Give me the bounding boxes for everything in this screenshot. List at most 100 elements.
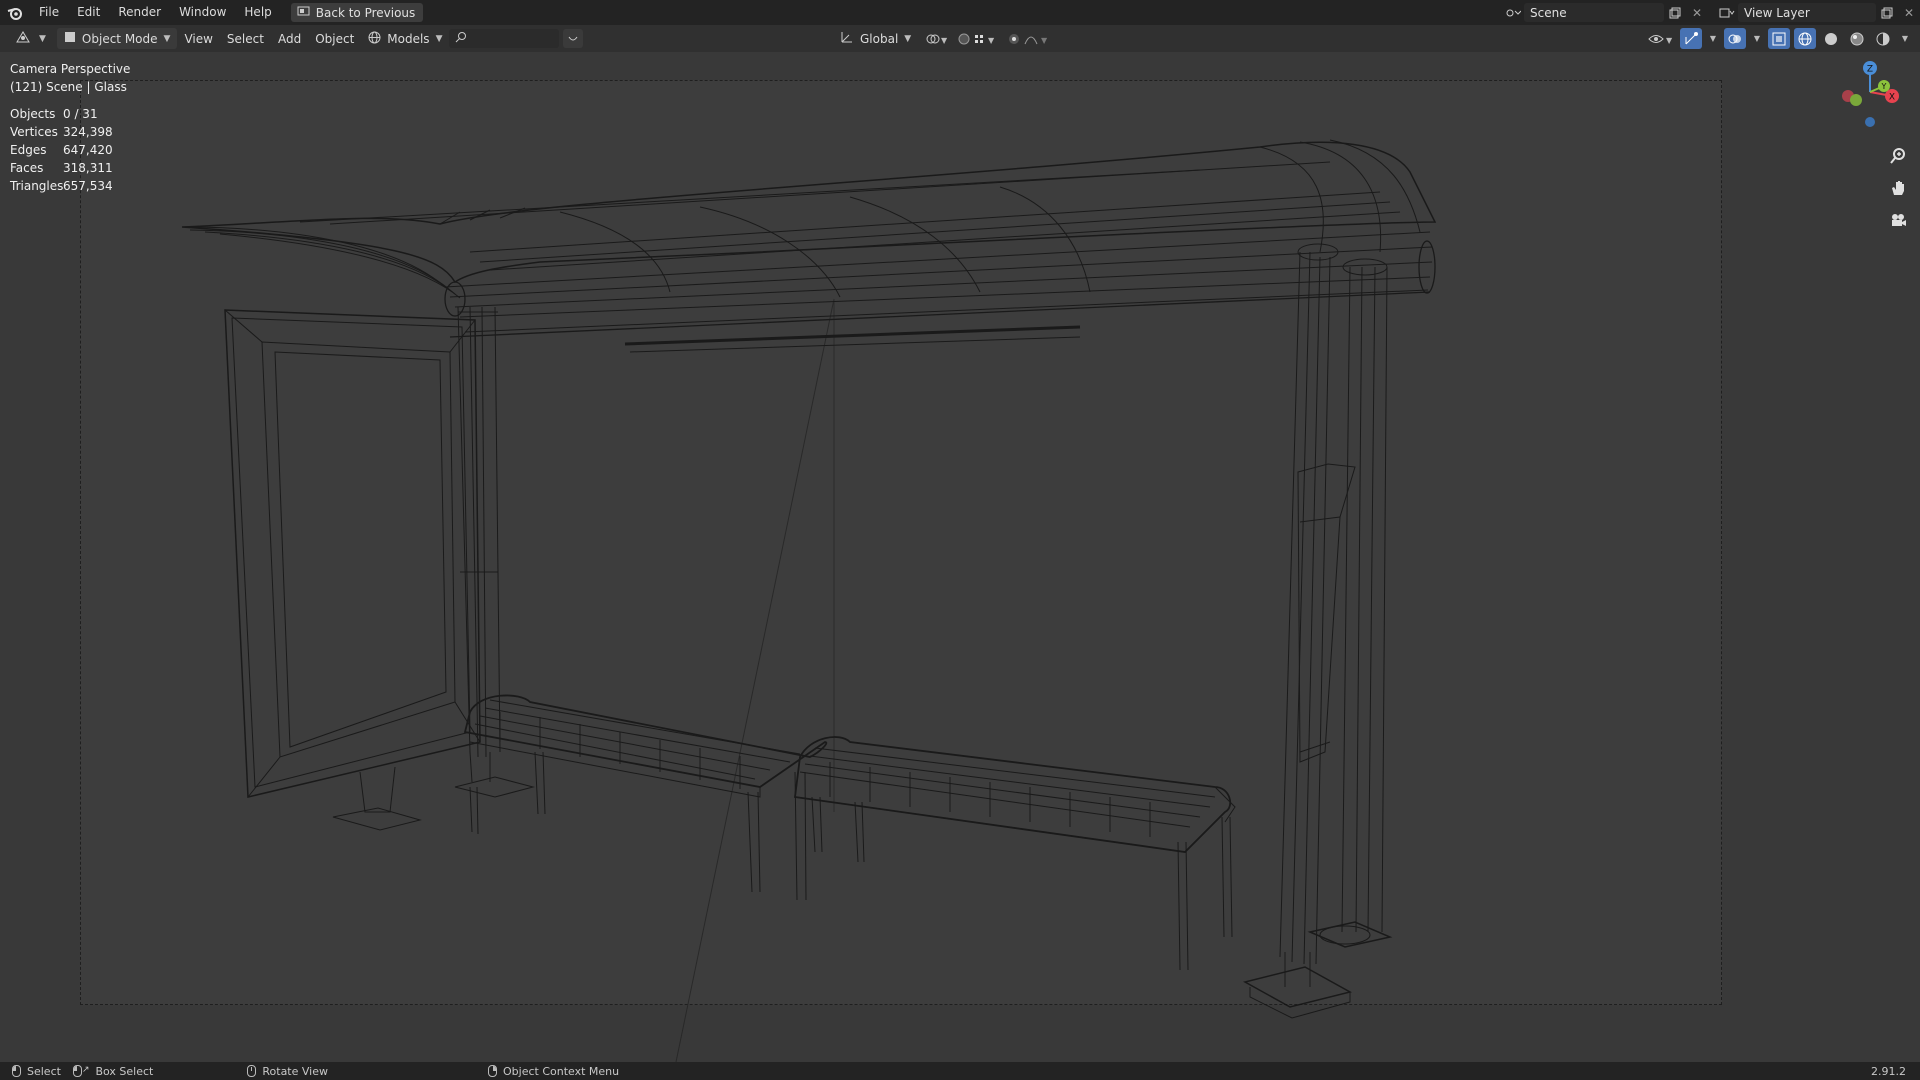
gizmo-dropdown-icon[interactable]: ▼: [1706, 28, 1720, 49]
top-bar: File Edit Render Window Help Back to Pre…: [0, 0, 1920, 25]
camera-view-icon[interactable]: [1886, 208, 1910, 232]
view-layer-browse-icon[interactable]: [1716, 2, 1738, 23]
bus-shelter-wireframe-model[interactable]: [0, 52, 1920, 1062]
navigation-gizmo[interactable]: Z X Y: [1820, 60, 1900, 140]
menu-file[interactable]: File: [30, 0, 68, 25]
pivot-point-icon[interactable]: ▼: [922, 28, 952, 49]
editor-type-button[interactable]: ▼: [8, 28, 53, 49]
stat-label: Vertices: [10, 125, 58, 139]
scene-controls: Scene ✕ View Layer ✕: [1502, 0, 1920, 25]
stat-row-vertices: Vertices 324,398: [10, 123, 113, 141]
status-box-select: ↗ Box Select: [72, 1064, 154, 1078]
right-mouse-icon: [488, 1065, 497, 1077]
menu-render[interactable]: Render: [109, 0, 170, 25]
scene-browse-icon[interactable]: [1502, 2, 1524, 23]
stat-row-faces: Faces 318,311: [10, 159, 113, 177]
stat-row-edges: Edges 647,420: [10, 141, 113, 159]
status-context-menu: Object Context Menu: [488, 1065, 619, 1078]
menu-edit[interactable]: Edit: [68, 0, 109, 25]
axis-icon: [840, 30, 854, 47]
pan-hand-icon[interactable]: [1886, 176, 1910, 200]
stat-label: Triangles: [10, 179, 64, 193]
collection-dropdown[interactable]: Models ▼: [361, 28, 449, 49]
roof-canopy-wireframe: [181, 139, 1437, 353]
screen-icon: [297, 6, 310, 20]
status-box-select-label: Box Select: [95, 1064, 154, 1078]
status-select: Select: [12, 1065, 61, 1078]
stat-row-objects: Objects 0 / 31: [10, 105, 113, 123]
view-name: Camera Perspective: [10, 62, 131, 76]
viewport-display-controls: ▼ ▼ ▼ ▼: [1646, 28, 1912, 49]
svg-text:▼: ▼: [941, 36, 948, 45]
filter-icon[interactable]: [563, 29, 584, 48]
view-layer-name: View Layer: [1744, 5, 1810, 20]
3d-viewport[interactable]: Camera Perspective (121) Scene | Glass O…: [0, 52, 1920, 1062]
svg-text:▼: ▼: [1666, 36, 1673, 45]
menu-object[interactable]: Object: [308, 28, 361, 49]
stat-value: 647,420: [63, 143, 113, 157]
menu-view[interactable]: View: [177, 28, 219, 49]
scene-name-field[interactable]: Scene: [1524, 3, 1664, 22]
delete-view-layer-icon[interactable]: ✕: [1898, 2, 1920, 23]
view-layer-field[interactable]: View Layer: [1738, 3, 1876, 22]
menu-select[interactable]: Select: [220, 28, 271, 49]
collection-label: Models: [387, 31, 430, 46]
menu-window[interactable]: Window: [170, 0, 235, 25]
gizmo-z-label: Z: [1867, 65, 1873, 75]
back-to-previous-button[interactable]: Back to Previous: [290, 3, 424, 22]
stat-value: 318,311: [63, 161, 113, 175]
new-scene-icon[interactable]: [1664, 2, 1686, 23]
mode-label: Object Mode: [81, 31, 158, 46]
back-to-previous-label: Back to Previous: [315, 5, 416, 20]
stat-row-triangles: Triangles 657,534: [10, 177, 113, 195]
stat-label: Objects: [10, 107, 56, 121]
version-label: 2.91.2: [1871, 1064, 1906, 1078]
snap-icon[interactable]: ▼: [956, 28, 1002, 49]
drag-mouse-icon: ↗: [72, 1065, 89, 1077]
transform-orientation-label: Global: [860, 31, 899, 46]
scene-statistics: Objects 0 / 31 Vertices 324,398 Edges 647,4…: [10, 105, 113, 195]
gizmo-toggle-icon[interactable]: [1680, 28, 1702, 49]
status-rotate-label: Rotate View: [262, 1064, 328, 1078]
blender-logo-icon[interactable]: [0, 0, 30, 25]
stat-label: Edges: [10, 143, 47, 157]
delete-scene-icon[interactable]: ✕: [1686, 2, 1708, 23]
stat-value: 0 / 31: [63, 107, 98, 121]
transform-orientation-dropdown[interactable]: Global ▼: [833, 28, 918, 49]
svg-text:▼: ▼: [1041, 36, 1048, 45]
status-context-label: Object Context Menu: [503, 1064, 620, 1078]
xray-toggle-icon[interactable]: [1768, 28, 1790, 49]
gizmo-x-label: X: [1889, 93, 1895, 103]
visibility-icon[interactable]: ▼: [1646, 28, 1676, 49]
zoom-icon[interactable]: [1886, 144, 1910, 168]
gizmo-neg-z-axis: [1865, 117, 1875, 127]
status-select-label: Select: [27, 1064, 61, 1078]
gizmo-neg-y-axis: [1850, 94, 1862, 106]
proportional-editing-icon[interactable]: ▼: [1006, 28, 1052, 49]
scene-info: (121) Scene | Glass: [10, 80, 127, 94]
overlays-toggle-icon[interactable]: [1724, 28, 1746, 49]
solid-shading-icon[interactable]: [1820, 28, 1842, 49]
rendered-shading-icon[interactable]: [1872, 28, 1894, 49]
new-view-layer-icon[interactable]: [1876, 2, 1898, 23]
search-input[interactable]: [449, 29, 560, 48]
mode-dropdown[interactable]: Object Mode ▼: [56, 28, 178, 49]
overlays-dropdown-icon[interactable]: ▼: [1750, 28, 1764, 49]
menu-add[interactable]: Add: [271, 28, 308, 49]
menu-help[interactable]: Help: [235, 0, 280, 25]
globe-icon: [368, 31, 381, 47]
stat-value: 657,534: [63, 179, 113, 193]
svg-text:▼: ▼: [988, 36, 995, 45]
shading-dropdown-icon[interactable]: ▼: [1898, 28, 1912, 49]
stat-value: 324,398: [63, 125, 113, 139]
viewport-header: ▼ Object Mode ▼ View Select Add Object Mo…: [0, 25, 1920, 52]
left-bench-wireframe: [463, 694, 828, 901]
scene-name: Scene: [1530, 5, 1567, 20]
transform-controls: Global ▼ ▼ ▼ ▼: [833, 28, 1052, 49]
status-rotate: Rotate View: [247, 1065, 328, 1078]
viewport-info: Camera Perspective (121) Scene | Glass: [10, 60, 130, 96]
material-shading-icon[interactable]: [1846, 28, 1868, 49]
wireframe-shading-icon[interactable]: [1794, 28, 1816, 49]
right-post-wireframe: [1242, 243, 1393, 1019]
stat-label: Faces: [10, 161, 44, 175]
